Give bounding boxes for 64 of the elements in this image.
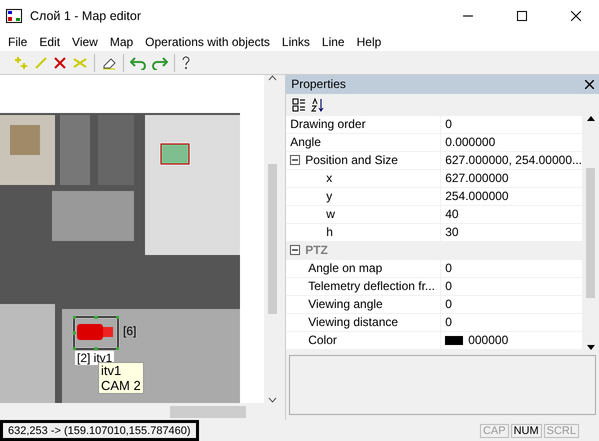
property-name: x	[326, 171, 332, 186]
property-name: Telemetry deflection fr...	[308, 279, 435, 294]
property-value[interactable]: 627.000000	[445, 171, 509, 186]
property-value[interactable]: 30	[445, 225, 459, 240]
help-icon[interactable]	[181, 56, 191, 70]
menu-item[interactable]: File	[2, 34, 34, 48]
tooltip-line: CAM 2	[101, 378, 141, 393]
collapse-icon[interactable]	[290, 155, 300, 166]
coordinates-readout: 632,253 -> (159.107010,155.787460)	[0, 420, 199, 441]
key-indicator: CAP	[480, 424, 509, 438]
property-value: 627.000000, 254.00000...	[445, 153, 582, 168]
categorized-icon[interactable]	[292, 98, 306, 112]
arrow-up-icon[interactable]	[586, 116, 594, 121]
close-icon[interactable]	[585, 80, 594, 89]
chevron-up-icon[interactable]	[268, 75, 278, 81]
scroll-thumb[interactable]	[586, 168, 595, 298]
scroll-thumb[interactable]	[170, 406, 246, 418]
property-value[interactable]: 0	[445, 315, 452, 330]
arrow-down-icon[interactable]	[586, 345, 594, 350]
app-icon	[6, 9, 22, 23]
property-name: y	[326, 189, 332, 204]
camera-label: [6]	[122, 324, 138, 338]
eraser-icon[interactable]	[101, 56, 117, 70]
property-name: Viewing angle	[308, 297, 383, 312]
property-value[interactable]: 000000	[468, 333, 508, 348]
property-name: Color	[308, 333, 337, 348]
tooltip-line: itv1	[101, 363, 122, 378]
menu-item[interactable]: View	[66, 34, 104, 48]
chevron-down-icon[interactable]	[268, 397, 278, 403]
menu-item[interactable]: Line	[316, 34, 351, 48]
delete-icon[interactable]	[54, 56, 66, 68]
menu-item[interactable]: Help	[350, 34, 388, 48]
property-value[interactable]: 40	[445, 207, 459, 222]
menu-item[interactable]: Operations with objects	[139, 34, 276, 48]
property-name: Position and Size	[305, 153, 398, 168]
window-title: Слой 1 - Map editor	[30, 9, 142, 23]
maximize-icon[interactable]	[517, 11, 527, 21]
property-name: Drawing order	[290, 117, 366, 132]
camera-icon	[73, 316, 119, 350]
collapse-icon[interactable]	[290, 245, 300, 256]
property-value[interactable]: 0	[445, 117, 452, 132]
menu-item[interactable]: Edit	[33, 34, 66, 48]
property-name: Viewing distance	[308, 315, 398, 330]
key-indicator: NUM	[510, 424, 542, 438]
sort-alpha-icon[interactable]	[310, 98, 324, 112]
property-value[interactable]: 0	[445, 279, 452, 294]
key-indicator: SCRL	[544, 424, 579, 438]
property-name: w	[326, 207, 335, 222]
property-name: PTZ	[305, 243, 328, 258]
camera-label: [2] itv1	[75, 351, 114, 365]
redo-icon[interactable]	[152, 56, 168, 70]
property-name: Angle on map	[308, 261, 382, 276]
menu-item[interactable]: Map	[104, 34, 140, 48]
property-value[interactable]: 0	[445, 261, 452, 276]
property-value[interactable]: 0	[445, 297, 452, 312]
property-value[interactable]: 254.000000	[445, 189, 509, 204]
panel-title: Properties	[291, 77, 346, 92]
scroll-thumb[interactable]	[268, 164, 278, 314]
property-name: h	[326, 225, 333, 240]
menu-item[interactable]: Links	[276, 34, 316, 48]
property-value[interactable]: 0.000000	[445, 135, 496, 150]
undo-icon[interactable]	[130, 56, 146, 70]
close-icon[interactable]	[571, 11, 581, 21]
property-name: Angle	[290, 135, 321, 150]
